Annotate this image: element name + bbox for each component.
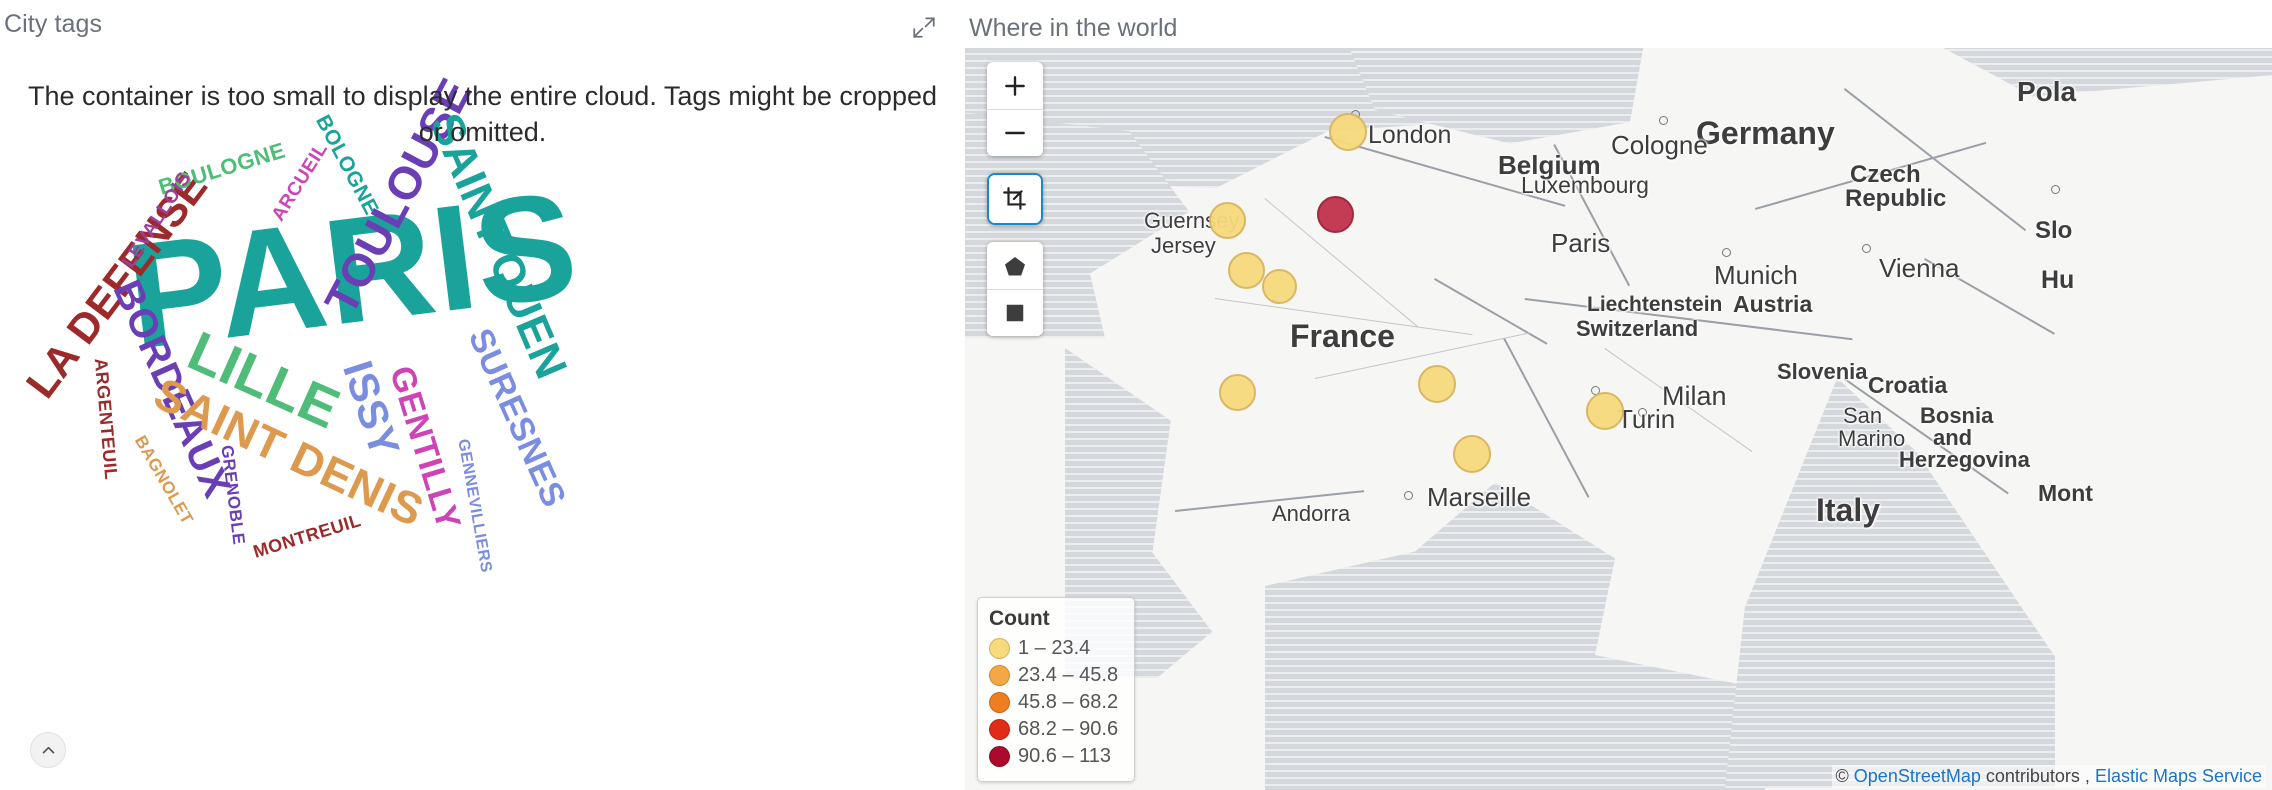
legend-range-label: 45.8 – 68.2: [1018, 691, 1119, 713]
legend-range-label: 68.2 – 90.6: [1018, 718, 1119, 740]
city-dot: [2051, 185, 2060, 194]
zoom-control-group: [987, 62, 1043, 156]
contributors-text: contributors: [1980, 766, 2080, 786]
legend-color-swatch: [989, 665, 1010, 686]
map-label-pola: Pola: [2017, 76, 2077, 107]
tag-argenteuil[interactable]: ARGENTEUIL: [91, 357, 122, 480]
city-dot: [1862, 244, 1871, 253]
marker-centre-w[interactable]: [1227, 251, 1265, 289]
tag-cloud[interactable]: PARIS TOULOUSE SAINT OUEN LA DEFENSE LILLE BO…: [0, 48, 965, 790]
legend-row: 1 – 23.4: [989, 635, 1118, 662]
map-label-republic: Republic: [1845, 185, 1947, 212]
panel-header: City tags: [0, 0, 965, 48]
copyright-symbol: ©: [1835, 766, 1854, 786]
legend-row: 90.6 – 113: [989, 743, 1118, 770]
minus-icon: [1005, 131, 1025, 135]
map-legend: Count 1 – 23.4 23.4 – 45.8 45.8 – 68.2 68.2…: [977, 597, 1136, 782]
legend-rows: 1 – 23.4 23.4 – 45.8 45.8 – 68.2 68.2 – 90.…: [989, 635, 1118, 770]
zoom-in-button[interactable]: [987, 62, 1043, 109]
map-label-munich: Munich: [1714, 260, 1798, 290]
dashboard: City tags PARIS TOULOUSE SAINT OUEN LA DEFE…: [0, 0, 2272, 790]
map-label-italy: Italy: [1816, 492, 1881, 528]
elastic-maps-link[interactable]: Elastic Maps Service: [2095, 766, 2262, 786]
square-icon: [1006, 304, 1024, 322]
fit-to-data-group: [987, 173, 1043, 225]
legend-color-swatch: [989, 719, 1010, 740]
legend-color-swatch: [989, 692, 1010, 713]
marker-lille[interactable]: [1329, 113, 1367, 151]
map-label-germany: Germany: [1696, 115, 1835, 151]
map-label-cologne: Cologne: [1611, 130, 1708, 160]
legend-range-label: 23.4 – 45.8: [1018, 664, 1119, 686]
map-label-liechtenstein: Liechtenstein: [1587, 293, 1723, 316]
crop-icon: [1003, 187, 1026, 210]
legend-row: 68.2 – 90.6: [989, 716, 1118, 743]
legend-row: 45.8 – 68.2: [989, 689, 1118, 716]
map-label-hu: Hu: [2041, 266, 2075, 294]
marker-marseille[interactable]: [1453, 435, 1491, 473]
city-tags-panel: City tags PARIS TOULOUSE SAINT OUEN LA DEFE…: [0, 0, 965, 790]
pentagon-icon: [1005, 256, 1025, 275]
map-label-marino: Marino: [1838, 426, 1906, 451]
city-dot: [1722, 248, 1731, 257]
map-label-marseille: Marseille: [1427, 482, 1532, 512]
attribution-separator: ,: [2079, 766, 2095, 786]
marker-lyon[interactable]: [1418, 365, 1456, 403]
sea-baltic: [1925, 48, 2272, 97]
page-title: City tags: [4, 10, 103, 38]
city-dot: [1404, 491, 1413, 500]
map-label-jersey: Jersey: [1151, 233, 1216, 258]
tag-montreuil[interactable]: MONTREUIL: [251, 510, 363, 562]
map-controls: [987, 62, 1043, 353]
plus-icon: [1005, 75, 1025, 96]
draw-shape-group: [987, 242, 1043, 336]
map-label-switzerland: Switzerland: [1576, 316, 1699, 341]
marker-paris[interactable]: [1316, 195, 1354, 233]
map-label-paris: Paris: [1551, 228, 1611, 258]
map-panel-title: Where in the world: [969, 14, 1178, 42]
marker-southwest[interactable]: [1218, 373, 1256, 411]
legend-color-swatch: [989, 638, 1010, 659]
legend-color-swatch: [989, 746, 1010, 767]
map-attribution: © OpenStreetMap contributors , Elastic M…: [1831, 765, 2266, 788]
map-label-austria: Austria: [1733, 291, 1813, 317]
legend-title: Count: [989, 607, 1050, 630]
border-france-italy: [1503, 338, 1590, 498]
map-label-slovenia: Slovenia: [1777, 359, 1868, 384]
map-label-turin: Turin: [1617, 404, 1676, 434]
legend-range-label: 1 – 23.4: [1018, 637, 1091, 659]
draw-polygon-button[interactable]: [987, 242, 1043, 289]
tag-grenoble[interactable]: GRENOBLE: [217, 444, 248, 546]
marker-italy[interactable]: [1586, 392, 1624, 430]
marker-centre-e[interactable]: [1261, 268, 1297, 304]
map-canvas[interactable]: London Belgium Germany Cologne Luxembourg Cze…: [965, 48, 2272, 790]
map-label-andorra: Andorra: [1272, 501, 1351, 526]
chevron-up-icon: [42, 746, 54, 753]
map-label-croatia: Croatia: [1868, 372, 1948, 398]
city-dot: [1659, 116, 1668, 125]
map-label-london: London: [1368, 121, 1452, 149]
border-france-swiss: [1434, 278, 1548, 345]
openstreetmap-link[interactable]: OpenStreetMap: [1854, 766, 1981, 786]
map-label-slo: Slo: [2035, 217, 2073, 244]
marker-normandy[interactable]: [1208, 201, 1246, 239]
legend-range-label: 90.6 – 113: [1018, 745, 1112, 767]
map-label-vienna: Vienna: [1879, 253, 1960, 283]
map-label-luxembourg: Luxembourg: [1521, 172, 1649, 198]
zoom-out-button[interactable]: [987, 109, 1043, 156]
collapse-button[interactable]: [30, 732, 66, 768]
fit-to-data-button[interactable]: [989, 175, 1041, 223]
expand-arrows-icon[interactable]: [911, 14, 937, 40]
legend-row: 23.4 – 45.8: [989, 662, 1118, 689]
map-label-france: France: [1290, 318, 1395, 354]
map-panel: Where in the world London Belgium German…: [965, 0, 2272, 790]
cloud-warning-text: The container is too small to display th…: [27, 81, 937, 148]
draw-rectangle-button[interactable]: [987, 289, 1043, 336]
map-label-herzegovina: Herzegovina: [1899, 447, 2030, 472]
map-label-mont: Mont: [2038, 480, 2093, 506]
